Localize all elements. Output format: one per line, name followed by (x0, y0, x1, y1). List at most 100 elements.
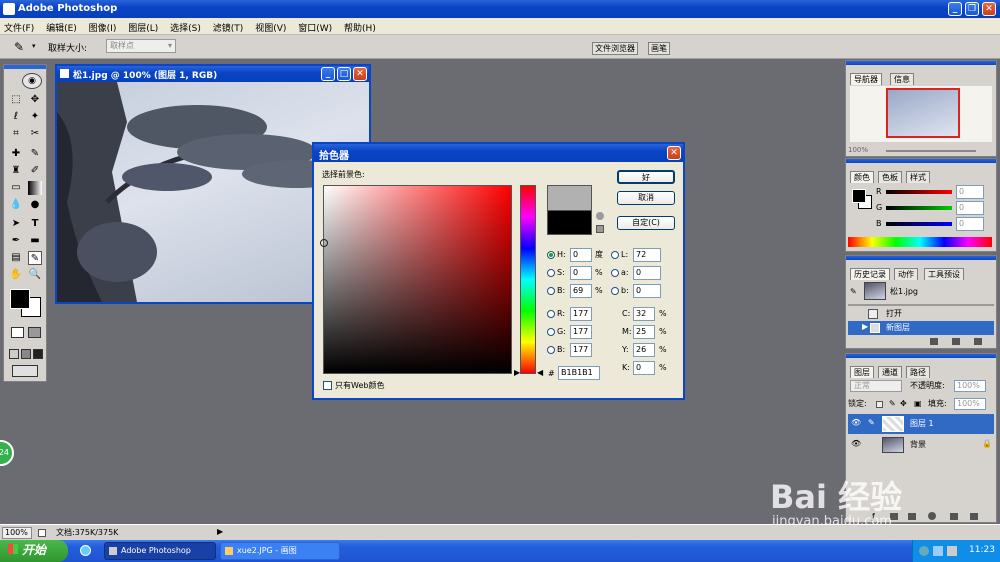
tab-actions[interactable]: 动作 (894, 268, 918, 280)
layer-visibility-eye-icon[interactable]: 👁 (851, 418, 861, 427)
history-step-active[interactable]: ▶ 新图层 (848, 321, 994, 335)
hue-slider-right-arrow-icon[interactable]: ◀ (537, 368, 543, 377)
color-field[interactable] (320, 185, 512, 374)
color-panel-r-field[interactable]: 0 (956, 185, 984, 199)
doc-maximize-button[interactable]: □ (337, 67, 351, 81)
lasso-tool-icon[interactable]: ℓ (9, 110, 23, 124)
color-ramp[interactable] (848, 237, 992, 247)
doc-close-button[interactable]: ✕ (353, 67, 367, 81)
tool-preset-arrow-icon[interactable]: ▾ (32, 42, 36, 50)
tray-network-icon[interactable] (933, 546, 943, 556)
foreground-color-swatch[interactable] (10, 289, 30, 309)
color-picker-title-bar[interactable]: 拾色器 ✕ (314, 144, 683, 162)
hue-slider[interactable] (520, 185, 536, 374)
menu-window[interactable]: 窗口(W) (298, 21, 332, 34)
tab-info[interactable]: 信息 (890, 73, 914, 85)
close-button[interactable]: ✕ (982, 2, 996, 16)
lock-image-icon[interactable]: ✎ (889, 399, 896, 408)
blue-field[interactable]: 177 (570, 343, 592, 357)
saturation-radio[interactable] (547, 269, 555, 277)
out-of-gamut-warning-icon[interactable] (596, 212, 604, 220)
black-field[interactable]: 0 (633, 361, 655, 375)
menu-image[interactable]: 图像(I) (89, 21, 117, 34)
custom-button[interactable]: 自定(C) (617, 216, 675, 230)
shape-tool-icon[interactable]: ▬ (28, 234, 42, 248)
history-new-document-icon[interactable] (930, 338, 938, 345)
doc-minimize-button[interactable]: _ (321, 67, 335, 81)
lock-all-icon[interactable]: ▣ (914, 399, 922, 408)
maximize-button[interactable]: ❐ (965, 2, 979, 16)
tab-layers[interactable]: 图层 (850, 366, 874, 378)
lab-b-radio[interactable] (611, 287, 619, 295)
path-selection-tool-icon[interactable]: ➤ (9, 217, 23, 231)
hue-field[interactable]: 0 (570, 248, 592, 262)
color-panel-g-field[interactable]: 0 (956, 201, 984, 215)
web-only-checkbox[interactable] (323, 381, 332, 390)
hand-tool-icon[interactable]: ✋ (9, 268, 23, 282)
screen-mode-menu-icon[interactable] (21, 349, 31, 359)
saturation-field[interactable]: 0 (570, 266, 592, 280)
history-snapshot-thumbnail[interactable] (864, 282, 886, 300)
magic-wand-tool-icon[interactable]: ✦ (28, 110, 42, 124)
screen-mode-full-icon[interactable] (33, 349, 43, 359)
tab-swatches[interactable]: 色板 (878, 171, 902, 183)
lock-position-icon[interactable]: ✥ (900, 399, 907, 408)
opacity-field[interactable]: 100% (954, 380, 986, 392)
menu-select[interactable]: 选择(S) (170, 21, 201, 34)
jump-to-imageready-icon[interactable] (12, 365, 38, 377)
slice-tool-icon[interactable]: ✂ (28, 127, 42, 141)
menu-layer[interactable]: 图层(L) (128, 21, 158, 34)
menu-filter[interactable]: 滤镜(T) (213, 21, 244, 34)
tray-clock[interactable]: 11:23 (969, 545, 995, 555)
hue-radio[interactable] (547, 251, 555, 259)
minimize-button[interactable]: _ (948, 2, 962, 16)
history-new-snapshot-icon[interactable] (952, 338, 960, 345)
lab-b-field[interactable]: 0 (633, 284, 661, 298)
navigator-zoom[interactable]: 100% (848, 146, 868, 154)
lab-a-radio[interactable] (611, 269, 619, 277)
tray-volume-icon[interactable] (947, 546, 957, 556)
lab-l-field[interactable]: 72 (633, 248, 661, 262)
start-button[interactable]: 开始 (0, 540, 68, 562)
color-panel-fg-swatch[interactable] (852, 189, 866, 203)
tab-color[interactable]: 颜色 (850, 171, 874, 183)
color-panel-b-field[interactable]: 0 (956, 217, 984, 231)
quicklaunch-ie-icon[interactable] (80, 545, 91, 556)
color-picker-close-button[interactable]: ✕ (667, 146, 681, 160)
blend-mode-select[interactable]: 正常 (850, 380, 902, 392)
fill-field[interactable]: 100% (954, 398, 986, 410)
tab-tool-presets[interactable]: 工具预设 (924, 268, 964, 280)
marquee-tool-icon[interactable]: ⬚ (9, 93, 23, 107)
layer-row[interactable]: 👁 背景 🔒 (848, 435, 994, 455)
blue-slider[interactable] (886, 222, 952, 226)
pen-tool-icon[interactable]: ✒ (9, 234, 23, 248)
status-menu-arrow-icon[interactable]: ▶ (217, 527, 223, 536)
dodge-tool-icon[interactable]: ● (28, 198, 42, 212)
cancel-button[interactable]: 取消 (617, 191, 675, 205)
hue-slider-left-arrow-icon[interactable]: ▶ (514, 368, 520, 377)
brightness-radio[interactable] (547, 287, 555, 295)
tab-history[interactable]: 历史记录 (850, 268, 890, 280)
red-slider[interactable] (886, 190, 952, 194)
gradient-tool-icon[interactable] (28, 181, 42, 195)
sample-size-select[interactable]: 取样点 ▾ (106, 39, 176, 53)
status-zoom[interactable]: 100% (2, 527, 32, 539)
zoom-tool-icon[interactable]: 🔍 (28, 268, 42, 282)
clone-stamp-tool-icon[interactable]: ♜ (9, 164, 23, 178)
tab-channels[interactable]: 通道 (878, 366, 902, 378)
quick-mask-off-icon[interactable] (11, 327, 24, 338)
red-field[interactable]: 177 (570, 307, 592, 321)
crop-tool-icon[interactable]: ⌗ (9, 127, 23, 141)
tray-arrow-icon[interactable] (919, 546, 929, 556)
menu-help[interactable]: 帮助(H) (344, 21, 376, 34)
blue-radio[interactable] (547, 346, 555, 354)
green-slider[interactable] (886, 206, 952, 210)
taskbar-item-paint[interactable]: xue2.JPG - 画图 (220, 542, 340, 560)
screen-mode-standard-icon[interactable] (9, 349, 19, 359)
history-brush-source-icon[interactable]: ✎ (850, 287, 857, 296)
tab-paths[interactable]: 路径 (906, 366, 930, 378)
brush-tool-icon[interactable]: ✎ (28, 147, 42, 161)
eraser-tool-icon[interactable]: ▭ (9, 181, 23, 195)
eyedropper-tool-active-icon[interactable]: ✎ (28, 251, 42, 265)
navigator-view-box[interactable] (886, 88, 960, 138)
